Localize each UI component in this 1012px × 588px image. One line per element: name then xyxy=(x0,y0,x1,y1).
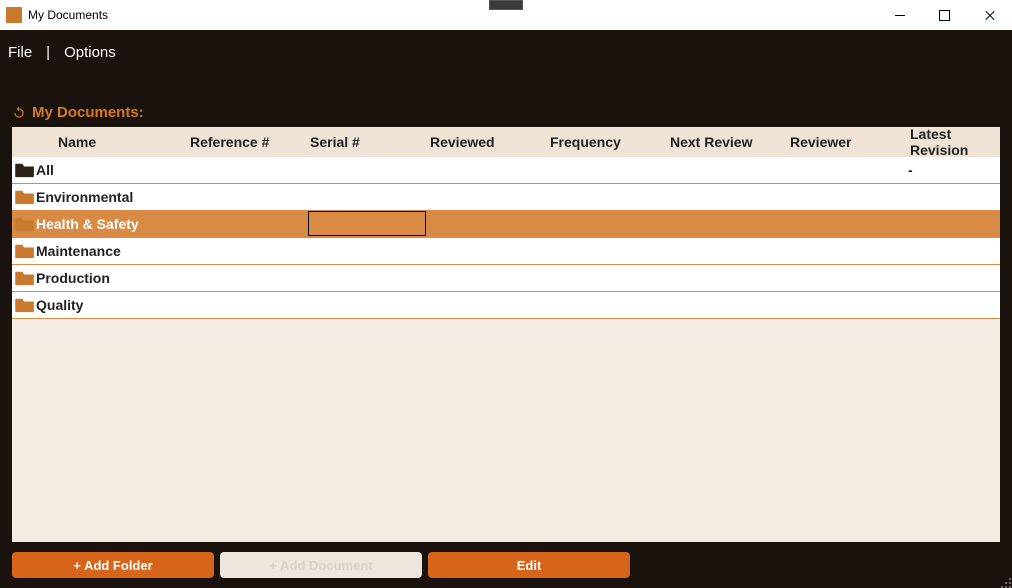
folder-name-cell: Production xyxy=(12,270,188,286)
documents-panel: Name Reference # Serial # Reviewed Frequ… xyxy=(12,127,1000,542)
maximize-button[interactable] xyxy=(922,0,967,30)
grid-header: Name Reference # Serial # Reviewed Frequ… xyxy=(12,127,1000,157)
cell-serial xyxy=(308,292,428,319)
cell-serial xyxy=(308,265,428,292)
folder-name-cell: Quality xyxy=(12,297,188,313)
cell-serial xyxy=(308,157,428,184)
minimize-button[interactable] xyxy=(877,0,922,30)
folder-name-cell: Maintenance xyxy=(12,243,188,259)
app-body: File | Options My Documents: Name Refere… xyxy=(0,30,1012,588)
folder-name: Quality xyxy=(36,297,83,313)
section-title: My Documents: xyxy=(32,104,144,121)
col-reviewer[interactable]: Reviewer xyxy=(790,134,910,150)
col-next-review[interactable]: Next Review xyxy=(670,134,790,150)
folder-name: All xyxy=(36,162,54,178)
window-controls xyxy=(877,0,1012,30)
titlebar: My Documents xyxy=(0,0,1012,30)
table-row[interactable]: Maintenance xyxy=(12,238,1000,265)
cell-serial xyxy=(308,238,428,265)
add-folder-button[interactable]: + Add Folder xyxy=(12,552,214,578)
col-latest-revision[interactable]: Latest Revision xyxy=(910,126,1000,158)
table-row[interactable]: All - xyxy=(12,157,1000,184)
button-bar: + Add Folder + Add Document Edit xyxy=(0,542,1012,588)
close-button[interactable] xyxy=(967,0,1012,30)
menubar: File | Options xyxy=(0,30,1012,74)
col-frequency[interactable]: Frequency xyxy=(550,134,670,150)
app-icon xyxy=(6,7,22,23)
cell-serial[interactable] xyxy=(308,211,428,238)
table-row[interactable]: Production xyxy=(12,265,1000,292)
table-row[interactable]: Environmental xyxy=(12,184,1000,211)
edit-button[interactable]: Edit xyxy=(428,552,630,578)
folder-name-cell: All xyxy=(12,162,188,178)
col-reviewed[interactable]: Reviewed xyxy=(430,134,550,150)
folder-name: Maintenance xyxy=(36,243,121,259)
folder-name: Environmental xyxy=(36,189,133,205)
section-header: My Documents: xyxy=(0,74,1012,127)
window-title: My Documents xyxy=(28,8,108,22)
resize-grip[interactable] xyxy=(1000,576,1012,588)
add-document-button: + Add Document xyxy=(220,552,422,578)
cell-latest-revision: - xyxy=(908,162,1000,178)
col-serial[interactable]: Serial # xyxy=(310,134,430,150)
menu-separator: | xyxy=(46,44,50,61)
menu-options[interactable]: Options xyxy=(64,44,116,61)
col-name[interactable]: Name xyxy=(36,134,190,150)
folder-name: Production xyxy=(36,270,110,286)
menu-file[interactable]: File xyxy=(8,44,32,61)
table-row[interactable]: Health & Safety xyxy=(12,211,1000,238)
cell-serial xyxy=(308,184,428,211)
col-reference[interactable]: Reference # xyxy=(190,134,310,150)
refresh-icon[interactable] xyxy=(12,106,26,120)
grid-body: All - Environmental Health & Safety Maintena… xyxy=(12,157,1000,542)
titlebar-grip[interactable] xyxy=(489,0,523,10)
serial-edit-box[interactable] xyxy=(308,211,426,236)
folder-name-cell: Health & Safety xyxy=(12,216,188,232)
folder-name: Health & Safety xyxy=(36,216,139,232)
folder-name-cell: Environmental xyxy=(12,189,188,205)
table-row[interactable]: Quality xyxy=(12,292,1000,319)
